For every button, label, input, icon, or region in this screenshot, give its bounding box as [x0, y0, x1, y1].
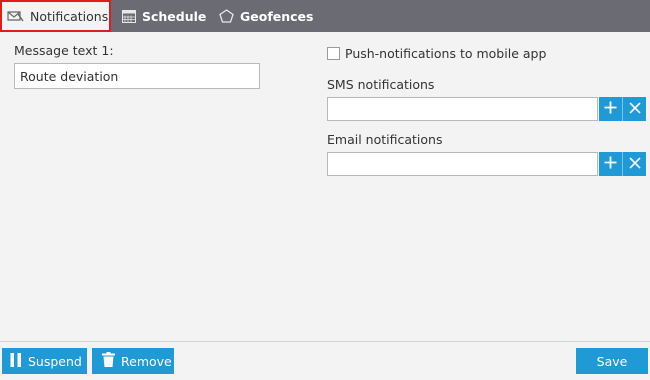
sms-notifications-input[interactable]: [327, 97, 598, 121]
message-text-input[interactable]: Route deviation: [14, 63, 260, 89]
tab-schedule[interactable]: Schedule: [122, 0, 206, 32]
suspend-button-label: Suspend: [28, 353, 82, 369]
push-notifications-checkbox[interactable]: [327, 47, 340, 60]
suspend-button[interactable]: Suspend: [2, 348, 87, 374]
remove-button-label: Remove: [121, 353, 172, 369]
notifications-icon: [7, 10, 24, 22]
sms-notifications-label: SMS notifications: [327, 77, 435, 92]
push-notifications-label: Push-notifications to mobile app: [345, 46, 547, 61]
trash-icon: [102, 352, 115, 370]
tab-schedule-label: Schedule: [142, 8, 207, 24]
message-text-label: Message text 1:: [14, 43, 114, 58]
tab-notifications[interactable]: Notifications: [0, 0, 111, 32]
close-icon: [628, 101, 641, 117]
tab-geofences[interactable]: Geofences: [219, 0, 313, 32]
pause-icon: [10, 352, 22, 370]
remove-button[interactable]: Remove: [92, 348, 174, 374]
plus-icon: [604, 156, 617, 172]
pentagon-icon: [219, 9, 234, 23]
email-notifications-input[interactable]: [327, 152, 598, 176]
sms-add-button[interactable]: [599, 97, 622, 121]
sms-actions: [599, 97, 646, 121]
tab-geofences-label: Geofences: [240, 8, 314, 24]
email-add-button[interactable]: [599, 152, 622, 176]
tab-notifications-label: Notifications: [30, 8, 109, 24]
sms-clear-button[interactable]: [623, 97, 646, 121]
tab-bar: Notifications Schedule Geofences: [0, 0, 650, 32]
email-actions: [599, 152, 646, 176]
email-clear-button[interactable]: [623, 152, 646, 176]
email-notifications-label: Email notifications: [327, 132, 443, 147]
save-button[interactable]: Save: [576, 348, 648, 374]
calendar-icon: [122, 9, 136, 23]
plus-icon: [604, 101, 617, 117]
close-icon: [628, 156, 641, 172]
footer-divider: [0, 341, 650, 342]
